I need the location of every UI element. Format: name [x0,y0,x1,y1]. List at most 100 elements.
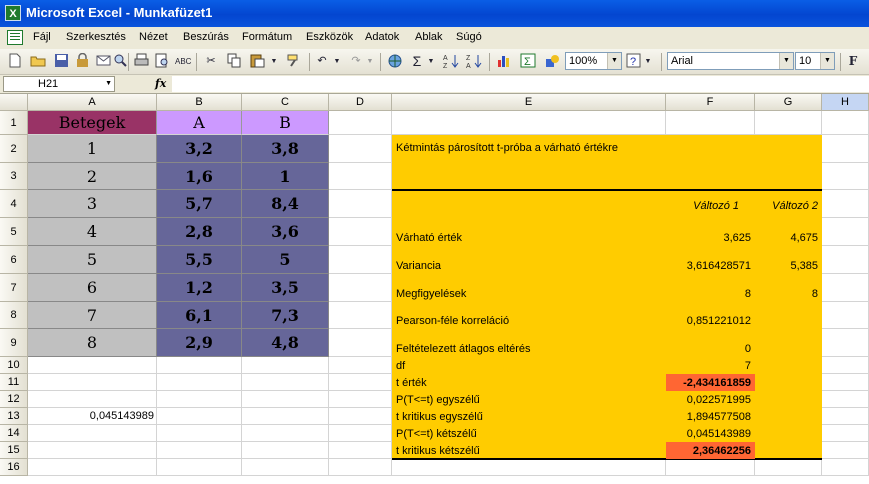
copy-icon[interactable] [226,53,242,70]
data-header-2[interactable]: A [157,111,242,135]
save-icon[interactable] [53,53,69,70]
data-cell-a9[interactable]: 8 [28,329,157,357]
column-header-a[interactable]: A [28,94,157,111]
insert-function-icon[interactable]: fx [155,77,166,90]
data-cell-b7[interactable]: 1,2 [157,274,242,302]
cell-d13[interactable] [329,408,392,425]
function-icon[interactable]: Σ [519,53,537,70]
column-header-c[interactable]: C [242,94,329,111]
cut-icon[interactable]: ✂ [203,53,219,70]
help-dropdown-icon[interactable]: ▼ [644,53,652,70]
cell-b14[interactable] [157,425,242,442]
data-cell-b5[interactable]: 2,8 [157,218,242,246]
row-header-13[interactable]: 13 [0,408,28,425]
cell-b10[interactable] [157,357,242,374]
cell-d8[interactable] [329,302,392,329]
data-cell-b4[interactable]: 5,7 [157,190,242,218]
row-header-7[interactable]: 7 [0,274,28,302]
cell-h9[interactable] [822,329,869,357]
cell-c10[interactable] [242,357,329,374]
paste-dropdown-icon[interactable]: ▼ [270,53,278,70]
cell-d16[interactable] [329,459,392,476]
row-header-4[interactable]: 4 [0,190,28,218]
row-header-15[interactable]: 15 [0,442,28,459]
formula-input[interactable] [172,76,869,92]
menu-edit[interactable]: Szerkesztés [66,31,126,43]
cell-g16[interactable] [755,459,822,476]
cell-d4[interactable] [329,190,392,218]
cell-h5[interactable] [822,218,869,246]
name-box-dropdown-icon[interactable]: ▼ [105,77,112,91]
cell-h16[interactable] [822,459,869,476]
undo-icon[interactable]: ↶ [315,53,329,70]
cell-a15[interactable] [28,442,157,459]
zoom-select[interactable]: 100% ▼ [565,52,622,70]
data-cell-c5[interactable]: 3,6 [242,218,329,246]
column-header-e[interactable]: E [392,94,666,111]
row-header-8[interactable]: 8 [0,302,28,329]
menu-view[interactable]: Nézet [139,31,168,43]
row-header-5[interactable]: 5 [0,218,28,246]
cell-d7[interactable] [329,274,392,302]
cell-a16[interactable] [28,459,157,476]
menu-insert[interactable]: Beszúrás [183,31,229,43]
cell-d14[interactable] [329,425,392,442]
font-size-dropdown-icon[interactable]: ▼ [820,53,834,69]
cell-b13[interactable] [157,408,242,425]
cell-d6[interactable] [329,246,392,274]
menu-data[interactable]: Adatok [365,31,399,43]
data-cell-c7[interactable]: 3,5 [242,274,329,302]
sort-descending-icon[interactable]: ZA [466,53,482,70]
cell-c14[interactable] [242,425,329,442]
cell-b16[interactable] [157,459,242,476]
cell-c13[interactable] [242,408,329,425]
cell-c15[interactable] [242,442,329,459]
menu-tools[interactable]: Eszközök [306,31,353,43]
row-header-2[interactable]: 2 [0,135,28,163]
excel-icon[interactable]: X [5,5,21,21]
cell-h8[interactable] [822,302,869,329]
row-header-11[interactable]: 11 [0,374,28,391]
paste-icon[interactable] [249,53,265,70]
data-cell-c3[interactable]: 1 [242,163,329,190]
column-header-f[interactable]: F [666,94,755,111]
data-cell-b6[interactable]: 5,5 [157,246,242,274]
cell-a10[interactable] [28,357,157,374]
name-box[interactable]: H21 ▼ [3,76,115,92]
cell-h14[interactable] [822,425,869,442]
cell-h13[interactable] [822,408,869,425]
data-cell-c9[interactable]: 4,8 [242,329,329,357]
data-cell-b8[interactable]: 6,1 [157,302,242,329]
cell-h1[interactable] [822,111,869,135]
row-header-16[interactable]: 16 [0,459,28,476]
sort-ascending-icon[interactable]: AZ [443,53,459,70]
cell-a14[interactable] [28,425,157,442]
format-painter-icon[interactable] [284,53,302,70]
cell-h10[interactable] [822,357,869,374]
drawing-icon[interactable] [543,53,561,70]
data-cell-a5[interactable]: 4 [28,218,157,246]
data-cell-c2[interactable]: 3,8 [242,135,329,163]
cell-h3[interactable] [822,163,869,190]
row-header-10[interactable]: 10 [0,357,28,374]
hyperlink-icon[interactable] [386,53,404,70]
cell-e1[interactable] [392,111,666,135]
print-preview-icon[interactable] [153,53,170,70]
data-cell-a7[interactable]: 6 [28,274,157,302]
row-header-3[interactable]: 3 [0,163,28,190]
row-header-1[interactable]: 1 [0,111,28,135]
data-cell-c6[interactable]: 5 [242,246,329,274]
cell-d9[interactable] [329,329,392,357]
autosum-icon[interactable]: Σ [410,53,424,70]
spelling-icon[interactable]: ABC [175,53,191,70]
column-header-b[interactable]: B [157,94,242,111]
new-icon[interactable] [8,53,22,70]
cell-h11[interactable] [822,374,869,391]
cell-f1[interactable] [666,111,755,135]
redo-dropdown-icon[interactable]: ▼ [366,53,374,70]
data-cell-b3[interactable]: 1,6 [157,163,242,190]
workbook-icon[interactable] [7,30,23,45]
cell-f16[interactable] [666,459,755,476]
data-cell-c4[interactable]: 8,4 [242,190,329,218]
cell-h12[interactable] [822,391,869,408]
